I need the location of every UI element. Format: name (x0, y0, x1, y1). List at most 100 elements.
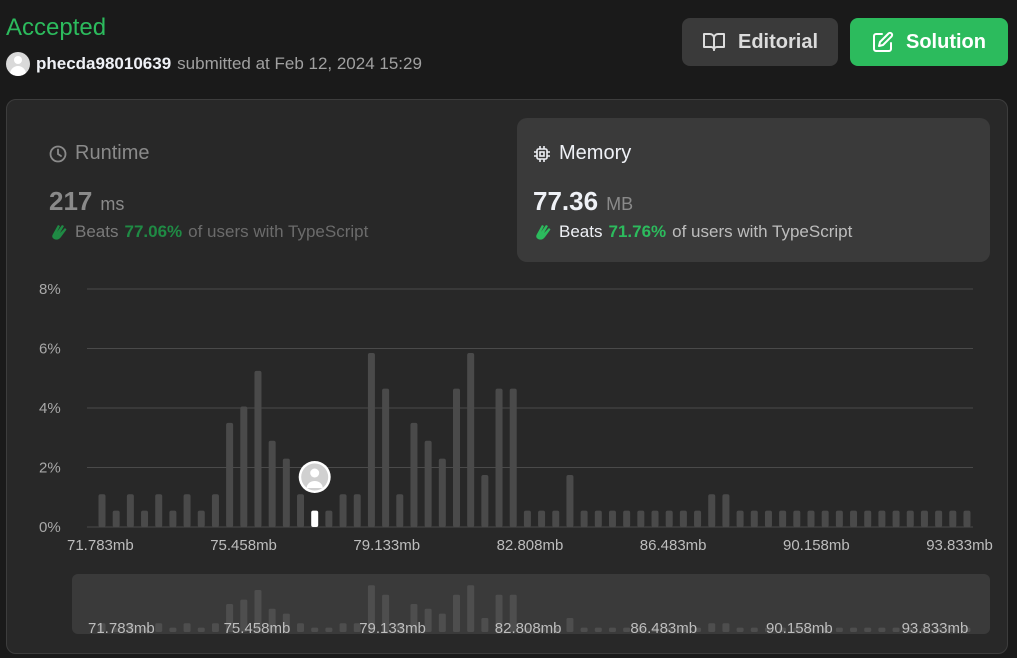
chart-bar[interactable] (665, 510, 673, 527)
chart-bar-highlight[interactable] (311, 510, 319, 527)
chart-bar[interactable] (467, 352, 475, 527)
range-tick-label: 71.783mb (88, 620, 155, 637)
my-submission-marker[interactable] (298, 461, 331, 493)
chart-bar[interactable] (580, 510, 588, 527)
chart-bar[interactable] (509, 388, 517, 527)
chart-bar[interactable] (141, 510, 149, 527)
chart-bar[interactable] (679, 510, 687, 527)
chart-bar[interactable] (835, 510, 843, 527)
x-axis-ticks: 71.783mb 75.458mb 79.133mb 82.808mb 86.483mb… (67, 537, 993, 554)
marker-avatar-head (310, 468, 320, 478)
y-tick-label: 6% (39, 341, 61, 358)
y-tick-label: 0% (39, 519, 61, 536)
chart-bar[interactable] (254, 370, 262, 527)
range-tick-label: 90.158mb (766, 620, 833, 637)
result-header: Accepted phecda98010639 submitted at Feb… (0, 0, 1017, 90)
range-selector-bar (325, 627, 333, 632)
chart-bar[interactable] (892, 510, 900, 527)
chart-bar[interactable] (169, 510, 177, 527)
chart-bar[interactable] (920, 510, 928, 527)
result-panel: Runtime 217 ms Beats 77.06% of users wit… (6, 99, 1008, 654)
chart-bar[interactable] (623, 510, 631, 527)
chart-bar[interactable] (722, 494, 730, 527)
range-selector-bar (197, 627, 205, 632)
range-selector-bar (835, 627, 843, 632)
range-selector-bar (864, 627, 872, 632)
range-tick-label: 93.833mb (902, 620, 969, 637)
range-selector-bar (453, 594, 460, 632)
chart-bar[interactable] (240, 406, 248, 527)
chart-bar[interactable] (850, 510, 858, 527)
chart-bar[interactable] (708, 494, 716, 527)
range-selector-bar (311, 627, 319, 632)
chart-bar[interactable] (226, 422, 234, 527)
chart-bar[interactable] (353, 494, 361, 527)
chart-bar[interactable] (453, 388, 460, 527)
chart-bar[interactable] (523, 510, 531, 527)
chart-bar[interactable] (793, 510, 801, 527)
chart-bar[interactable] (594, 510, 602, 527)
chart-bars[interactable] (98, 352, 971, 527)
range-selector-bar (481, 618, 489, 632)
chart-bar[interactable] (282, 458, 290, 527)
chart-bar[interactable] (736, 510, 744, 527)
range-selector-bar (211, 623, 219, 632)
range-selector-bar (183, 623, 191, 632)
solution-label: Solution (906, 30, 986, 53)
memory-distribution-chart[interactable]: 0% 2% 4% 6% 8% 71.783mb 75.458mb 79.133mb 82.80… (7, 100, 1007, 653)
chart-bar[interactable] (821, 510, 829, 527)
chart-bar[interactable] (864, 510, 872, 527)
chart-bar[interactable] (963, 510, 971, 527)
y-tick-label: 2% (39, 460, 61, 477)
chart-bar[interactable] (211, 494, 219, 527)
chart-bar[interactable] (878, 510, 886, 527)
chart-bar[interactable] (424, 440, 432, 527)
chart-bar[interactable] (637, 510, 645, 527)
chart-bar[interactable] (297, 494, 305, 527)
chart-bar[interactable] (538, 510, 546, 527)
chart-bar[interactable] (325, 510, 333, 527)
chart-bar[interactable] (481, 474, 489, 527)
chart-bar[interactable] (339, 494, 347, 527)
chart-bar[interactable] (396, 494, 404, 527)
username-link[interactable]: phecda98010639 (36, 54, 171, 74)
chart-bar[interactable] (183, 494, 191, 527)
chart-bar[interactable] (367, 352, 375, 527)
chart-bar[interactable] (807, 510, 815, 527)
range-selector-bar (736, 627, 744, 632)
range-tick-label: 75.458mb (224, 620, 291, 637)
y-tick-label: 8% (39, 281, 61, 298)
chart-bar[interactable] (694, 510, 702, 527)
edit-icon (873, 31, 894, 52)
range-selector-bar (722, 623, 730, 632)
chart-bar[interactable] (552, 510, 560, 527)
chart-bar[interactable] (651, 510, 659, 527)
chart-bar[interactable] (906, 510, 914, 527)
chart-bar[interactable] (268, 440, 276, 527)
solution-button[interactable]: Solution (850, 18, 1008, 66)
chart-bar[interactable] (438, 458, 446, 527)
chart-bar[interactable] (112, 510, 120, 527)
chart-bar[interactable] (410, 422, 418, 527)
chart-range-selector[interactable]: 71.783mb 75.458mb 79.133mb 82.808mb 86.483mb… (72, 574, 990, 637)
chart-bar[interactable] (566, 474, 574, 527)
chart-bar[interactable] (495, 388, 503, 527)
avatar[interactable] (6, 52, 30, 76)
range-selector-bar (467, 585, 475, 632)
chart-bar[interactable] (779, 510, 787, 527)
submission-info: phecda98010639 submitted at Feb 12, 2024… (6, 52, 422, 76)
chart-bar[interactable] (608, 510, 616, 527)
chart-bar[interactable] (126, 494, 134, 527)
chart-bar[interactable] (935, 510, 943, 527)
chart-bar[interactable] (764, 510, 772, 527)
x-tick-label: 93.833mb (926, 537, 993, 554)
editorial-button[interactable]: Editorial (682, 18, 838, 66)
chart-bar[interactable] (382, 388, 390, 527)
chart-bar[interactable] (949, 510, 957, 527)
chart-bar[interactable] (750, 510, 758, 527)
range-selector-bar (339, 623, 347, 632)
chart-bar[interactable] (197, 510, 205, 527)
chart-bar[interactable] (98, 494, 106, 527)
chart-bar[interactable] (155, 494, 163, 527)
y-tick-label: 4% (39, 400, 61, 417)
